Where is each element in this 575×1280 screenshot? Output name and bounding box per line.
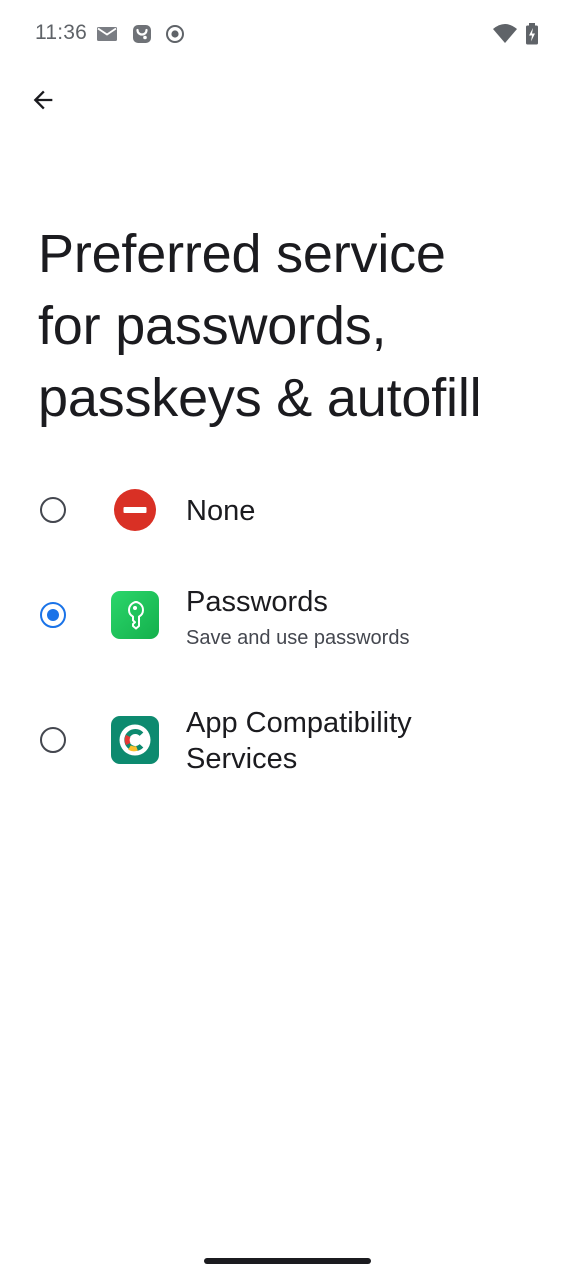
battery-charging-icon bbox=[524, 22, 540, 46]
radio-selected-dot bbox=[46, 608, 59, 621]
back-button[interactable] bbox=[20, 77, 66, 123]
page-title-line: for passwords, bbox=[38, 296, 387, 356]
option-passwords[interactable]: Passwords Save and use passwords bbox=[0, 570, 575, 662]
option-title: Passwords bbox=[186, 586, 328, 618]
option-none[interactable]: None bbox=[0, 470, 575, 552]
status-bar: 11:36 bbox=[0, 0, 575, 68]
navigation-handle[interactable] bbox=[204, 1258, 371, 1264]
radio-button-passwords[interactable] bbox=[40, 602, 66, 628]
radio-button-app-compatibility[interactable] bbox=[40, 727, 66, 753]
gmail-icon bbox=[95, 22, 119, 46]
wifi-icon bbox=[492, 22, 518, 46]
arrow-back-icon bbox=[29, 86, 57, 114]
option-title: App Compatibility Services bbox=[186, 705, 412, 777]
record-icon bbox=[163, 22, 187, 46]
option-app-compatibility-services[interactable]: App Compatibility Services bbox=[0, 695, 575, 785]
page-title-line: Preferred service bbox=[38, 224, 446, 284]
option-subtitle: Save and use passwords bbox=[186, 627, 410, 649]
passwords-app-icon bbox=[111, 591, 159, 639]
app-notification-icon bbox=[130, 22, 154, 46]
status-time: 11:36 bbox=[35, 21, 87, 44]
option-title: None bbox=[186, 495, 256, 527]
app-compatibility-icon bbox=[111, 716, 159, 764]
page-title: Preferred service for passwords, passkey… bbox=[38, 218, 538, 434]
none-icon bbox=[111, 487, 159, 535]
page-title-line: passkeys & autofill bbox=[38, 368, 482, 428]
option-title-line: Services bbox=[186, 743, 298, 775]
radio-button-none[interactable] bbox=[40, 497, 66, 523]
option-title-line: App Compatibility bbox=[186, 707, 412, 739]
